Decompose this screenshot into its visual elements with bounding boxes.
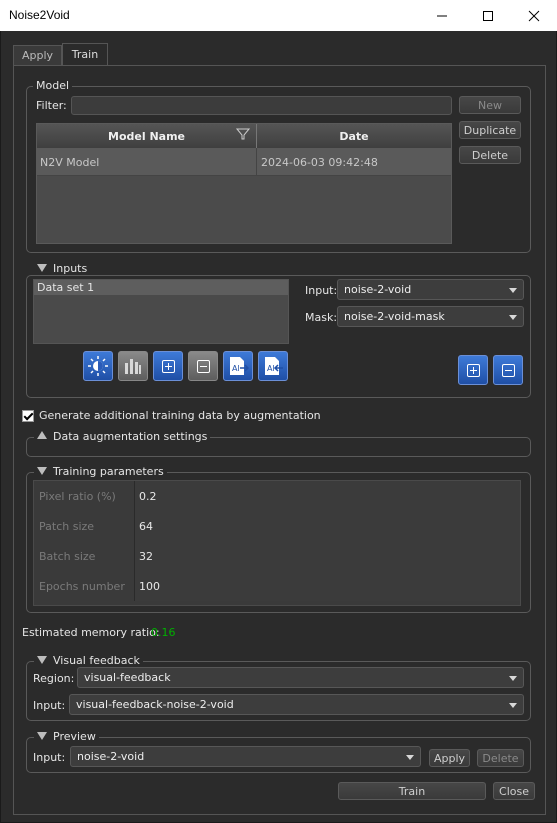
memory-ratio-label: Estimated memory ratio: bbox=[22, 626, 160, 639]
collapse-triangle-icon bbox=[37, 264, 47, 272]
list-item[interactable]: Data set 1 bbox=[34, 280, 288, 295]
minimize-icon bbox=[437, 15, 447, 16]
param-name: Patch size bbox=[34, 511, 135, 541]
preview-apply-button[interactable]: Apply bbox=[429, 749, 470, 767]
param-name: Epochs number bbox=[34, 571, 135, 601]
preview-input-label: Input: bbox=[33, 751, 66, 764]
feedback-input-select-value: visual-feedback-noise-2-void bbox=[76, 698, 234, 711]
preview-input-select[interactable]: noise-2-void bbox=[70, 746, 421, 767]
filter-funnel-icon[interactable] bbox=[236, 128, 250, 140]
add-icon bbox=[466, 363, 480, 377]
memory-ratio-value: 0.16 bbox=[151, 626, 176, 639]
close-window-button[interactable] bbox=[511, 0, 557, 31]
model-group-title: Model bbox=[33, 79, 73, 92]
preview-header[interactable]: Preview bbox=[34, 730, 99, 743]
filter-input[interactable] bbox=[71, 96, 452, 115]
param-value[interactable]: 100 bbox=[135, 571, 520, 601]
feedback-input-select[interactable]: visual-feedback-noise-2-void bbox=[69, 694, 524, 715]
inputs-group-header[interactable]: Inputs bbox=[34, 262, 91, 275]
tab-apply[interactable]: Apply bbox=[13, 45, 62, 65]
column-header-date[interactable]: Date bbox=[257, 124, 451, 148]
close-icon bbox=[528, 10, 540, 21]
window-title-bar: Noise2Void bbox=[0, 0, 557, 31]
param-row[interactable]: Epochs number 100 bbox=[34, 571, 520, 601]
collapse-triangle-icon bbox=[37, 467, 47, 475]
training-parameters-header[interactable]: Training parameters bbox=[34, 465, 167, 478]
brightness-icon bbox=[88, 356, 108, 376]
brightness-button[interactable] bbox=[83, 351, 113, 381]
import-button[interactable]: Al bbox=[223, 351, 253, 381]
input-select-value: noise-2-void bbox=[344, 283, 412, 296]
chevron-down-icon bbox=[509, 288, 517, 293]
param-row[interactable]: Pixel ratio (%) 0.2 bbox=[34, 481, 520, 511]
augmentation-checkbox[interactable] bbox=[22, 410, 34, 422]
chevron-down-icon bbox=[509, 315, 517, 320]
remove-icon bbox=[196, 359, 210, 373]
expand-triangle-icon bbox=[37, 431, 47, 439]
svg-text:Al: Al bbox=[232, 364, 240, 373]
column-header-model-name[interactable]: Model Name bbox=[37, 124, 257, 148]
training-parameters-title: Training parameters bbox=[53, 465, 164, 478]
mask-select-value: noise-2-void-mask bbox=[344, 310, 445, 323]
model-name-cell: N2V Model bbox=[37, 148, 257, 176]
histogram-button[interactable] bbox=[118, 351, 148, 381]
export-button[interactable]: Al bbox=[258, 351, 288, 381]
remove-icon bbox=[501, 363, 515, 377]
preview-delete-button[interactable]: Delete bbox=[477, 749, 524, 767]
collapse-triangle-icon bbox=[37, 656, 47, 664]
region-select-value: visual-feedback bbox=[84, 671, 171, 684]
preview-title: Preview bbox=[53, 730, 96, 743]
param-row[interactable]: Batch size 32 bbox=[34, 541, 520, 571]
chevron-down-icon bbox=[509, 676, 517, 681]
inputs-group-title: Inputs bbox=[53, 262, 88, 275]
remove-input-button[interactable] bbox=[493, 355, 523, 385]
chevron-down-icon bbox=[509, 703, 517, 708]
param-name: Pixel ratio (%) bbox=[34, 481, 135, 511]
region-label: Region: bbox=[33, 672, 75, 685]
duplicate-model-button[interactable]: Duplicate bbox=[459, 121, 521, 139]
table-row[interactable]: N2V Model 2024-06-03 09:42:48 bbox=[37, 148, 451, 176]
param-name: Batch size bbox=[34, 541, 135, 571]
maximize-button[interactable] bbox=[465, 0, 511, 31]
delete-model-button[interactable]: Delete bbox=[459, 146, 521, 164]
export-icon: Al bbox=[265, 357, 283, 375]
param-value[interactable]: 0.2 bbox=[135, 481, 520, 511]
feedback-input-label: Input: bbox=[33, 699, 66, 712]
input-label: Input: bbox=[305, 284, 338, 297]
add-input-button[interactable] bbox=[458, 355, 488, 385]
window-title: Noise2Void bbox=[9, 8, 70, 22]
param-value[interactable]: 64 bbox=[135, 511, 520, 541]
histogram-icon bbox=[125, 359, 141, 374]
dataset-list[interactable]: Data set 1 bbox=[33, 279, 289, 344]
visual-feedback-title: Visual feedback bbox=[53, 654, 140, 667]
visual-feedback-header[interactable]: Visual feedback bbox=[34, 654, 143, 667]
column-header-label: Model Name bbox=[108, 129, 185, 143]
minimize-button[interactable] bbox=[419, 0, 465, 31]
mask-select[interactable]: noise-2-void-mask bbox=[337, 306, 524, 327]
filter-label: Filter: bbox=[36, 99, 67, 112]
collapse-triangle-icon bbox=[37, 732, 47, 740]
remove-dataset-button[interactable] bbox=[188, 351, 218, 381]
train-button[interactable]: Train bbox=[338, 782, 486, 800]
region-select[interactable]: visual-feedback bbox=[77, 667, 524, 688]
preview-input-select-value: noise-2-void bbox=[77, 750, 145, 763]
mask-label: Mask: bbox=[305, 311, 338, 324]
new-model-button[interactable]: New bbox=[459, 96, 521, 114]
model-date-cell: 2024-06-03 09:42:48 bbox=[261, 155, 378, 169]
augmentation-settings-title: Data augmentation settings bbox=[53, 430, 208, 443]
chevron-down-icon bbox=[406, 755, 414, 760]
input-select[interactable]: noise-2-void bbox=[337, 279, 524, 300]
param-row[interactable]: Patch size 64 bbox=[34, 511, 520, 541]
add-dataset-button[interactable] bbox=[153, 351, 183, 381]
augmentation-checkbox-label: Generate additional training data by aug… bbox=[39, 409, 321, 422]
close-button[interactable]: Close bbox=[493, 782, 535, 800]
param-value[interactable]: 32 bbox=[135, 541, 520, 571]
import-icon: Al bbox=[230, 357, 249, 375]
maximize-icon bbox=[483, 10, 493, 21]
add-icon bbox=[161, 359, 175, 373]
model-table: Model Name Date N2V Model 2024-06-03 09:… bbox=[36, 123, 452, 244]
tab-train[interactable]: Train bbox=[62, 43, 108, 65]
augmentation-settings-header[interactable]: Data augmentation settings bbox=[34, 430, 211, 443]
svg-text:Al: Al bbox=[267, 364, 275, 373]
